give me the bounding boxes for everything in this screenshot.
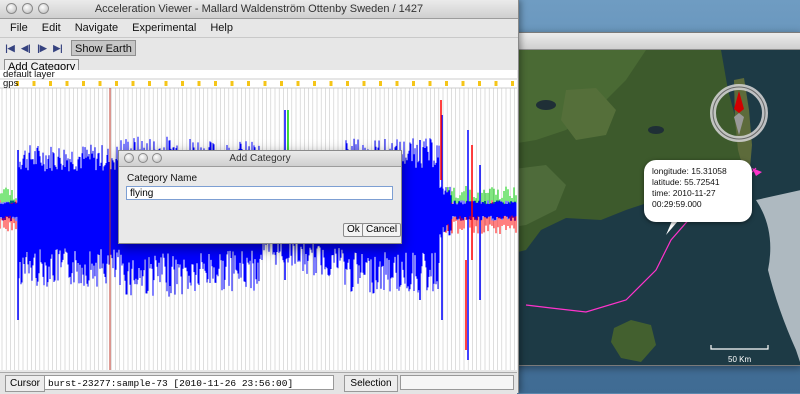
balloon-longitude: longitude: 15.31058 [652,166,727,176]
cursor-value-field[interactable]: burst-23277:sample-73 [2010-11-26 23:56:… [44,375,334,390]
gps-marker [247,81,250,86]
menu-bar: File Edit Navigate Experimental Help [0,19,518,38]
gps-marker [461,81,465,86]
island-south [611,320,656,362]
gps-marker [131,81,135,86]
gps-marker [280,81,283,86]
gps-marker [32,81,36,86]
skip-to-start-icon[interactable]: |◀ [4,42,16,54]
selection-value-field[interactable] [400,375,514,390]
scale-bar [710,345,769,350]
menu-navigate[interactable]: Navigate [68,22,125,34]
step-forward-icon[interactable]: |▶ [36,42,48,54]
category-name-label: Category Name [127,173,198,184]
gps-marker [412,81,415,86]
cancel-button[interactable]: Cancel [362,223,402,237]
lake [536,100,556,110]
gps-marker [197,81,201,86]
info-balloon[interactable]: longitude: 15.31058 latitude: 55.72541 t… [644,160,752,222]
gps-marker [82,81,85,86]
clouds [756,190,800,362]
gps-marker [313,81,316,86]
gps-marker [65,81,69,86]
menu-file[interactable]: File [3,22,35,34]
gps-marker [181,81,184,86]
gps-marker [230,81,234,86]
menu-help[interactable]: Help [203,22,240,34]
layer-label-gps: gps [3,78,19,89]
scale-label: 50 Km [728,355,752,364]
balloon-time-2: 00:29:59.000 [652,199,702,209]
balloon-latitude: latitude: 55.72541 [652,177,720,187]
selection-tab[interactable]: Selection [344,375,398,392]
earth-window-titlebar[interactable] [506,33,800,50]
balloon-time: time: 2010-11-27 [652,188,716,198]
gps-marker [296,81,300,86]
gps-marker [263,81,267,86]
gps-marker [494,81,498,86]
step-back-icon[interactable]: ◀| [20,42,32,54]
skip-to-end-icon[interactable]: ▶| [52,42,64,54]
gps-marker [214,81,217,86]
acceleration-viewer-window: Acceleration Viewer - Mallard Waldenströ… [0,0,519,394]
gps-marker [148,81,151,86]
category-name-input[interactable]: flying [126,186,393,200]
lake [648,126,664,134]
gps-marker [346,81,349,86]
gps-marker [362,81,366,86]
menu-edit[interactable]: Edit [35,22,68,34]
gps-marker [329,81,333,86]
menu-experimental[interactable]: Experimental [125,22,203,34]
navigation-toolbar: |◀ ◀| |▶ ▶| Show Earth [0,38,518,58]
gps-marker [478,81,481,86]
cursor-label: Cursor [5,375,46,392]
dialog-title: Add Category [229,153,291,164]
gps-marker [164,81,168,86]
ok-button[interactable]: Ok [343,223,364,237]
gps-marker [511,81,514,86]
show-earth-button[interactable]: Show Earth [71,40,136,56]
window-title: Acceleration Viewer - Mallard Waldenströ… [94,3,424,15]
gps-marker [395,81,399,86]
gps-marker [49,81,52,86]
gps-marker [98,81,102,86]
dialog-titlebar[interactable]: Add Category [119,151,401,167]
earth-window: longitude: 15.31058 latitude: 55.72541 t… [505,32,800,366]
window-titlebar[interactable]: Acceleration Viewer - Mallard Waldenströ… [0,0,518,19]
gps-marker [428,81,432,86]
gps-marker [379,81,382,86]
satellite-map[interactable]: longitude: 15.31058 latitude: 55.72541 t… [506,50,800,365]
add-category-dialog: Add Category Category Name flying Ok Can… [118,150,402,244]
gps-marker [115,81,118,86]
status-bar: Cursor burst-23277:sample-73 [2010-11-26… [0,372,517,394]
gps-marker [445,81,448,86]
track-marker [752,168,762,176]
